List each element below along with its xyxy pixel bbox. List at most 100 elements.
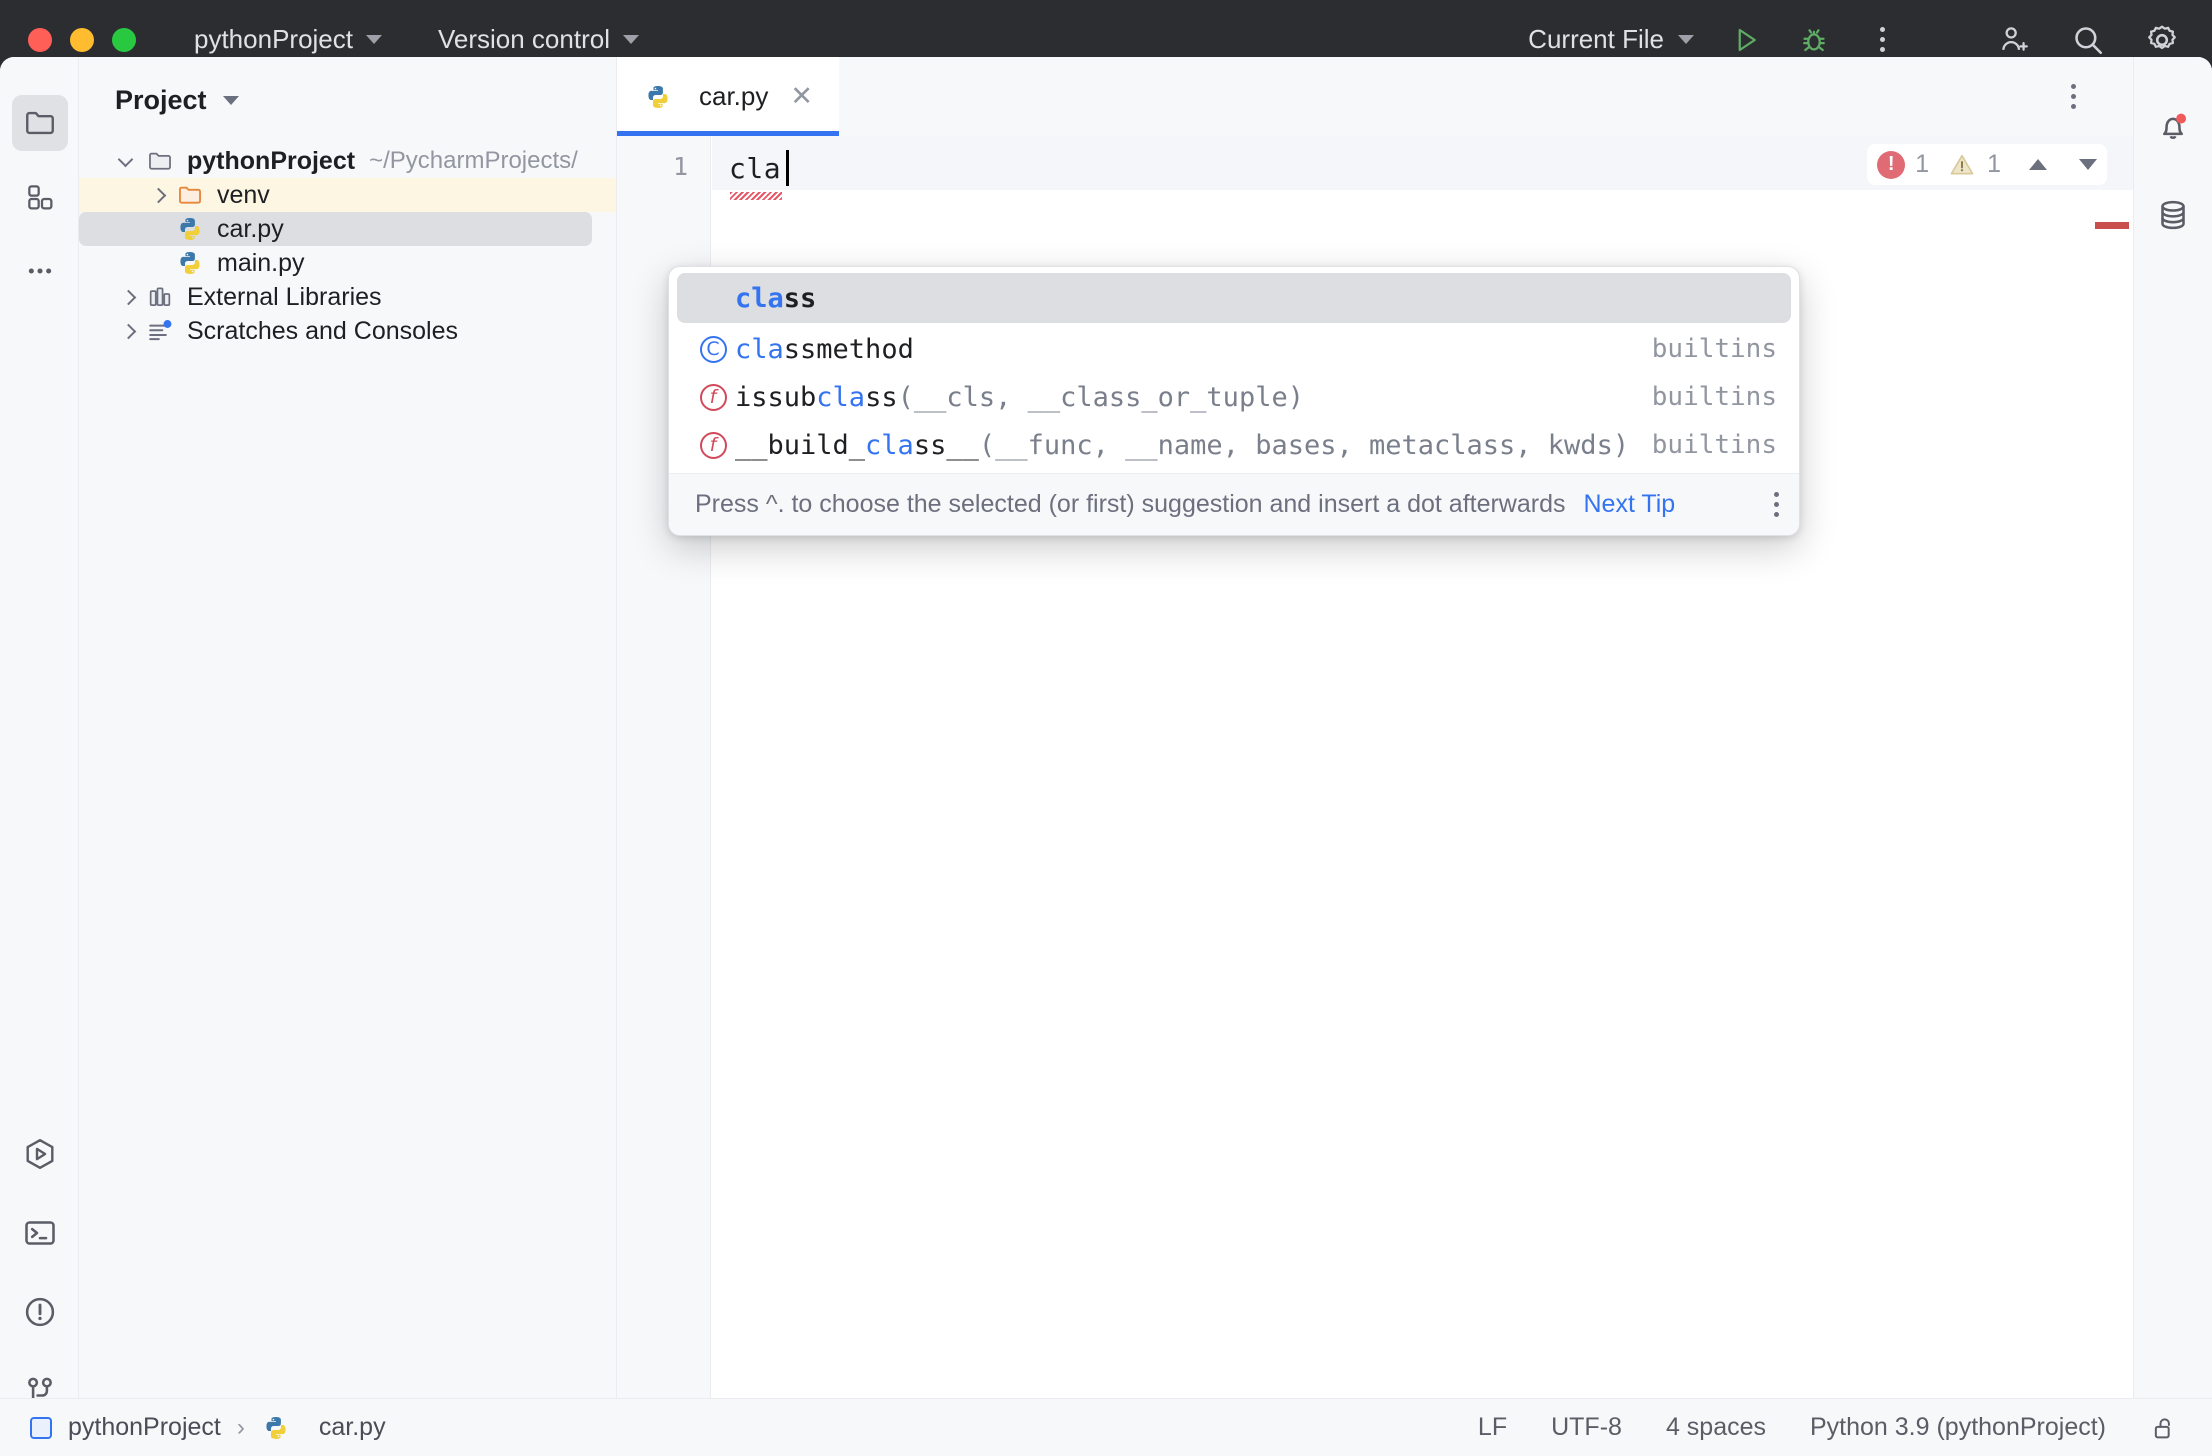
run-configuration-selector[interactable]: Current File [1528, 24, 1694, 55]
completion-source-label: builtins [1651, 382, 1777, 412]
more-vertical-icon [1879, 27, 1885, 52]
inspection-widget[interactable]: ! 1 1 [1867, 144, 2107, 185]
chevron-down-icon [365, 35, 382, 44]
error-circle-icon: ! [1877, 150, 1906, 179]
completion-args-text: (__func, __name, bases, metaclass, kwds) [978, 429, 1630, 461]
error-stripe-marker[interactable] [2095, 222, 2129, 229]
project-panel-header: Project [79, 57, 616, 116]
chevron-down-icon[interactable] [222, 96, 239, 105]
editor-tab-bar: car.py ✕ [617, 57, 2133, 136]
tree-row-venv[interactable]: venv [79, 178, 616, 212]
sidebar-item-run[interactable] [0, 1114, 79, 1193]
editor-options-button[interactable] [2047, 71, 2099, 123]
completion-item-classmethod[interactable]: C cla ssmethod builtins [669, 325, 1799, 373]
left-tool-rail [0, 57, 79, 1456]
tree-row-external-libraries[interactable]: External Libraries [79, 280, 616, 314]
unlocked-icon[interactable] [2150, 1414, 2178, 1442]
project-dropdown[interactable]: pythonProject [182, 18, 394, 61]
tree-row-label: car.py [217, 214, 284, 243]
sidebar-item-database[interactable] [2134, 171, 2212, 259]
tree-row-label: main.py [217, 248, 305, 277]
editor-tab-car-py[interactable]: car.py ✕ [617, 57, 839, 136]
sidebar-item-terminal[interactable] [0, 1193, 79, 1272]
completion-prefix-text: issub [735, 381, 817, 413]
next-tip-link[interactable]: Next Tip [1584, 490, 1676, 519]
completion-item-issubclass[interactable]: f issub cla ss (__cls, __class_or_tuple) bu… [669, 373, 1799, 421]
tree-row-scratches[interactable]: Scratches and Consoles [79, 314, 616, 348]
left-rail-top-group [0, 95, 79, 317]
folder-icon [145, 146, 175, 176]
library-icon [145, 282, 175, 312]
error-count: 1 [1915, 150, 1930, 178]
breadcrumb: pythonProject › car.py [30, 1413, 386, 1443]
indent-status[interactable]: 4 spaces [1666, 1413, 1766, 1442]
python-file-icon [261, 1413, 291, 1443]
sidebar-item-structure[interactable] [12, 169, 68, 225]
sidebar-item-more-tools[interactable] [12, 243, 68, 299]
gear-icon [2148, 25, 2176, 49]
project-panel-title: Project [115, 85, 207, 115]
completion-rest-text: ss [783, 282, 817, 314]
sidebar-item-problems[interactable] [0, 1272, 79, 1351]
completion-rest-text: ss__ [913, 429, 979, 461]
tree-row-main-py[interactable]: main.py [79, 246, 616, 280]
minimize-window-button[interactable] [70, 27, 94, 52]
run-configuration-label: Current File [1528, 24, 1664, 54]
tree-row-pythonproject[interactable]: pythonProject ~/PycharmProjects/ [79, 144, 616, 178]
completion-item-class[interactable]: cla ss [677, 273, 1791, 323]
title-bar-menus: pythonProject Version control [182, 18, 651, 61]
version-control-label: Version control [437, 24, 610, 54]
sidebar-item-notifications[interactable] [2134, 83, 2212, 171]
breadcrumb-project[interactable]: pythonProject [68, 1413, 221, 1442]
project-square-icon [30, 1416, 52, 1439]
completion-rest-text: ss [865, 381, 898, 413]
encoding-status[interactable]: UTF-8 [1551, 1413, 1622, 1442]
pycharm-window: pythonProject Version control Current Fi… [0, 0, 2212, 1456]
line-separator-status[interactable]: LF [1478, 1413, 1507, 1442]
tree-row-label: pythonProject [187, 146, 356, 175]
code-text: cla [729, 152, 782, 185]
folder-icon [25, 111, 54, 135]
version-control-dropdown[interactable]: Version control [426, 18, 651, 61]
run-tool-icon [26, 1138, 53, 1169]
debug-bug-icon [1803, 28, 1825, 51]
structure-icon [27, 185, 52, 210]
sidebar-item-project[interactable] [11, 95, 68, 151]
python-file-icon [175, 248, 205, 278]
right-tool-rail [2133, 57, 2212, 1456]
completion-args-text: (__cls, __class_or_tuple) [897, 381, 1304, 413]
function-icon: f [691, 431, 735, 459]
chevron-down-icon[interactable] [2079, 159, 2097, 170]
code-completion-popup[interactable]: cla ss C cla ssmethod builtins f issub cla s… [668, 266, 1800, 536]
more-vertical-icon[interactable] [1774, 492, 1779, 517]
warning-triangle-icon [1950, 154, 1974, 174]
editor-tab-label: car.py [699, 81, 769, 111]
run-triangle-icon [1738, 28, 1756, 51]
breadcrumb-separator: › [236, 1413, 245, 1441]
database-icon [2161, 200, 2185, 230]
chevron-down-icon [1678, 35, 1694, 44]
terminal-tool-icon [24, 1220, 55, 1245]
left-rail-bottom-group [0, 1114, 79, 1430]
warning-count: 1 [1987, 150, 2001, 178]
folder-orange-icon [175, 180, 205, 210]
completion-source-label: builtins [1651, 430, 1777, 460]
completion-item-build-class[interactable]: f __build_ cla ss__ (__func, __name, bases,… [669, 421, 1799, 469]
chevron-up-icon[interactable] [2029, 159, 2047, 170]
status-bar: pythonProject › car.py LF UTF-8 4 spaces… [0, 1398, 2212, 1456]
interpreter-status[interactable]: Python 3.9 (pythonProject) [1810, 1413, 2106, 1442]
status-bar-right: LF UTF-8 4 spaces Python 3.9 (pythonProj… [1478, 1413, 2178, 1442]
maximize-window-button[interactable] [112, 27, 136, 52]
add-user-icon [2002, 26, 2028, 51]
chevron-down-icon [622, 35, 639, 44]
python-file-icon [175, 214, 205, 244]
close-icon[interactable]: ✕ [790, 81, 813, 112]
search-icon [2075, 26, 2103, 54]
tree-row-car-py[interactable]: car.py [79, 212, 592, 246]
tree-row-label: venv [217, 180, 270, 209]
close-window-button[interactable] [28, 27, 52, 52]
breadcrumb-file[interactable]: car.py [319, 1413, 386, 1442]
tree-row-path: ~/PycharmProjects/ [369, 147, 578, 174]
editor-area: car.py ✕ 1 cla ! 1 1 [617, 57, 2133, 1398]
completion-hint-text: Press ^. to choose the selected (or firs… [695, 490, 1566, 518]
